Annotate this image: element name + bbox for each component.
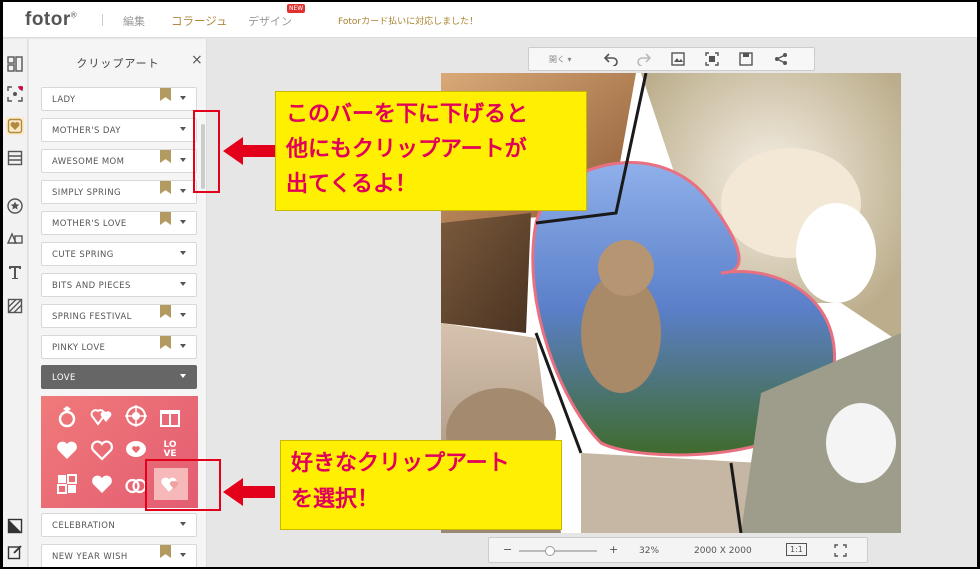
- close-icon[interactable]: ×: [191, 52, 203, 68]
- chevron-down-icon: [180, 96, 186, 100]
- category-label: CELEBRATION: [52, 521, 116, 531]
- category-bits-and-pieces[interactable]: BITS AND PIECES: [41, 273, 197, 297]
- fotor-logo[interactable]: fotor®: [25, 9, 77, 31]
- background-icon[interactable]: [6, 149, 24, 167]
- category-mother-s-love[interactable]: MOTHER'S LOVE: [41, 211, 197, 235]
- annotation-scroll: このバーを下に下げると 他にもクリップアートが 出てくるよ！: [275, 91, 587, 211]
- bookmark-icon: [160, 88, 171, 101]
- nav-edit[interactable]: 編集: [123, 13, 145, 29]
- heart-icon[interactable]: [53, 436, 81, 464]
- chevron-down-icon: [180, 344, 186, 348]
- category-pinky-love[interactable]: PINKY LOVE: [41, 335, 197, 359]
- canvas-size: 2000 X 2000: [694, 546, 752, 556]
- target-heart-icon[interactable]: [122, 402, 150, 430]
- star-icon[interactable]: [6, 197, 24, 215]
- open-menu[interactable]: 開く ▾: [549, 54, 572, 65]
- redo-icon[interactable]: [637, 52, 651, 66]
- new-badge: NEW: [287, 4, 306, 13]
- app-window: fotor® 編集 コラージュ デザイン NEW Fotorカード払いに対応しま…: [3, 2, 977, 567]
- category-label: MOTHER'S LOVE: [52, 219, 127, 229]
- category-cute-spring[interactable]: CUTE SPRING: [41, 242, 197, 266]
- focus-icon[interactable]: [6, 85, 24, 103]
- clipart-icon[interactable]: [6, 117, 24, 135]
- chevron-down-icon: [180, 189, 186, 193]
- category-label: SPRING FESTIVAL: [52, 312, 132, 322]
- chevron-down-icon: [180, 553, 186, 557]
- bookmark-icon: [160, 545, 171, 558]
- nav-design[interactable]: デザイン: [248, 13, 292, 29]
- love-badge-icon[interactable]: [53, 470, 81, 498]
- top-bar: fotor® 編集 コラージュ デザイン NEW Fotorカード払いに対応しま…: [3, 2, 977, 38]
- category-label: LADY: [52, 95, 76, 105]
- category-label: MOTHER'S DAY: [52, 126, 121, 136]
- arrow-left-icon: [223, 478, 275, 506]
- category-celebration[interactable]: CELEBRATION: [41, 513, 197, 537]
- chevron-down-icon: [180, 522, 186, 526]
- shapes-icon[interactable]: [6, 230, 24, 248]
- image-icon[interactable]: [671, 52, 685, 66]
- category-simply-spring[interactable]: SIMPLY SPRING: [41, 180, 197, 204]
- category-label: BITS AND PIECES: [52, 281, 131, 291]
- scrollbar-highlight: [193, 110, 220, 193]
- share-icon[interactable]: [774, 52, 788, 66]
- zoom-bar: − + 32% 2000 X 2000 1:1: [488, 537, 868, 563]
- compare-icon[interactable]: [6, 517, 24, 535]
- category-lady[interactable]: LADY: [41, 87, 197, 111]
- ring-icon[interactable]: [53, 402, 81, 430]
- category-label: LOVE: [52, 373, 76, 383]
- nav-collage[interactable]: コラージュ: [171, 13, 227, 29]
- nav-divider: [102, 14, 103, 26]
- gift-icon[interactable]: [156, 402, 184, 430]
- chevron-down-icon: [180, 127, 186, 131]
- bookmark-icon: [160, 336, 171, 349]
- edit-note-icon[interactable]: [6, 543, 24, 561]
- save-icon[interactable]: [739, 52, 753, 66]
- category-love[interactable]: LOVE: [41, 365, 197, 389]
- tool-strip: [3, 39, 28, 567]
- zoom-level: 32%: [639, 546, 660, 556]
- category-label: NEW YEAR WISH: [52, 552, 128, 562]
- category-new-year-wish[interactable]: NEW YEAR WISH: [41, 544, 197, 567]
- zoom-out-button[interactable]: −: [503, 543, 512, 556]
- chevron-down-icon: [180, 282, 186, 286]
- undo-icon[interactable]: [604, 52, 618, 66]
- layout-icon[interactable]: [6, 55, 24, 73]
- category-label: SIMPLY SPRING: [52, 188, 121, 198]
- chevron-down-icon: [180, 158, 186, 162]
- chevron-down-icon: [180, 251, 186, 255]
- chevron-down-icon: [180, 220, 186, 224]
- category-spring-festival[interactable]: SPRING FESTIVAL: [41, 304, 197, 328]
- zoom-slider[interactable]: [519, 546, 597, 556]
- bookmark-icon: [160, 150, 171, 163]
- fit-icon[interactable]: [705, 52, 719, 66]
- bookmark-icon: [160, 212, 171, 225]
- panel-title: クリップアート: [76, 57, 160, 70]
- arrow-left-icon: [223, 137, 275, 165]
- chevron-down-icon: [180, 374, 186, 378]
- category-label: AWESOME MOM: [52, 157, 125, 167]
- hearts-icon[interactable]: [88, 402, 116, 430]
- zoom-in-button[interactable]: +: [609, 543, 618, 556]
- heart-outline-icon[interactable]: [88, 436, 116, 464]
- zoom-slider-handle[interactable]: [545, 546, 555, 556]
- canvas-toolbar: 開く ▾: [528, 47, 815, 71]
- bookmark-icon: [160, 305, 171, 318]
- ratio-button[interactable]: 1:1: [786, 543, 807, 556]
- category-awesome-mom[interactable]: AWESOME MOM: [41, 149, 197, 173]
- fullscreen-icon[interactable]: [834, 544, 847, 557]
- announcement-link[interactable]: Fotorカード払いに対応しました！: [338, 14, 478, 27]
- chevron-down-icon: [180, 313, 186, 317]
- category-mother-s-day[interactable]: MOTHER'S DAY: [41, 118, 197, 142]
- annotation-select: 好きなクリップアート を選択！: [280, 440, 562, 530]
- texture-icon[interactable]: [6, 297, 24, 315]
- bookmark-icon: [160, 181, 171, 194]
- heart-solid-icon[interactable]: [88, 470, 116, 498]
- selection-highlight: [145, 459, 221, 511]
- category-label: PINKY LOVE: [52, 343, 106, 353]
- text-icon[interactable]: [6, 263, 24, 281]
- category-label: CUTE SPRING: [52, 250, 114, 260]
